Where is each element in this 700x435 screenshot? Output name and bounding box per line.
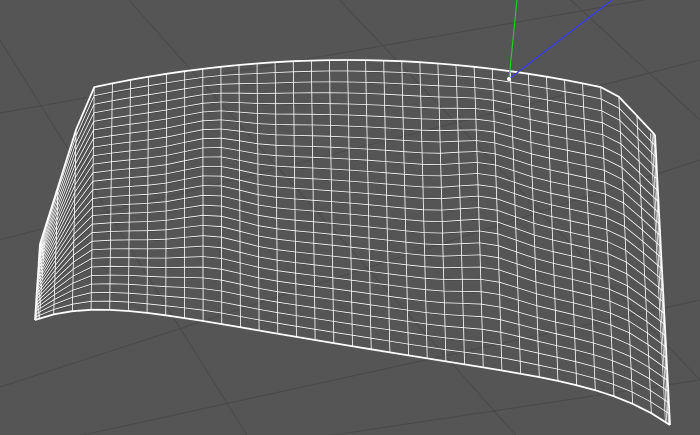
3d-viewport[interactable]: [0, 0, 700, 435]
origin-point: [507, 77, 511, 81]
viewport-canvas[interactable]: [0, 0, 700, 435]
